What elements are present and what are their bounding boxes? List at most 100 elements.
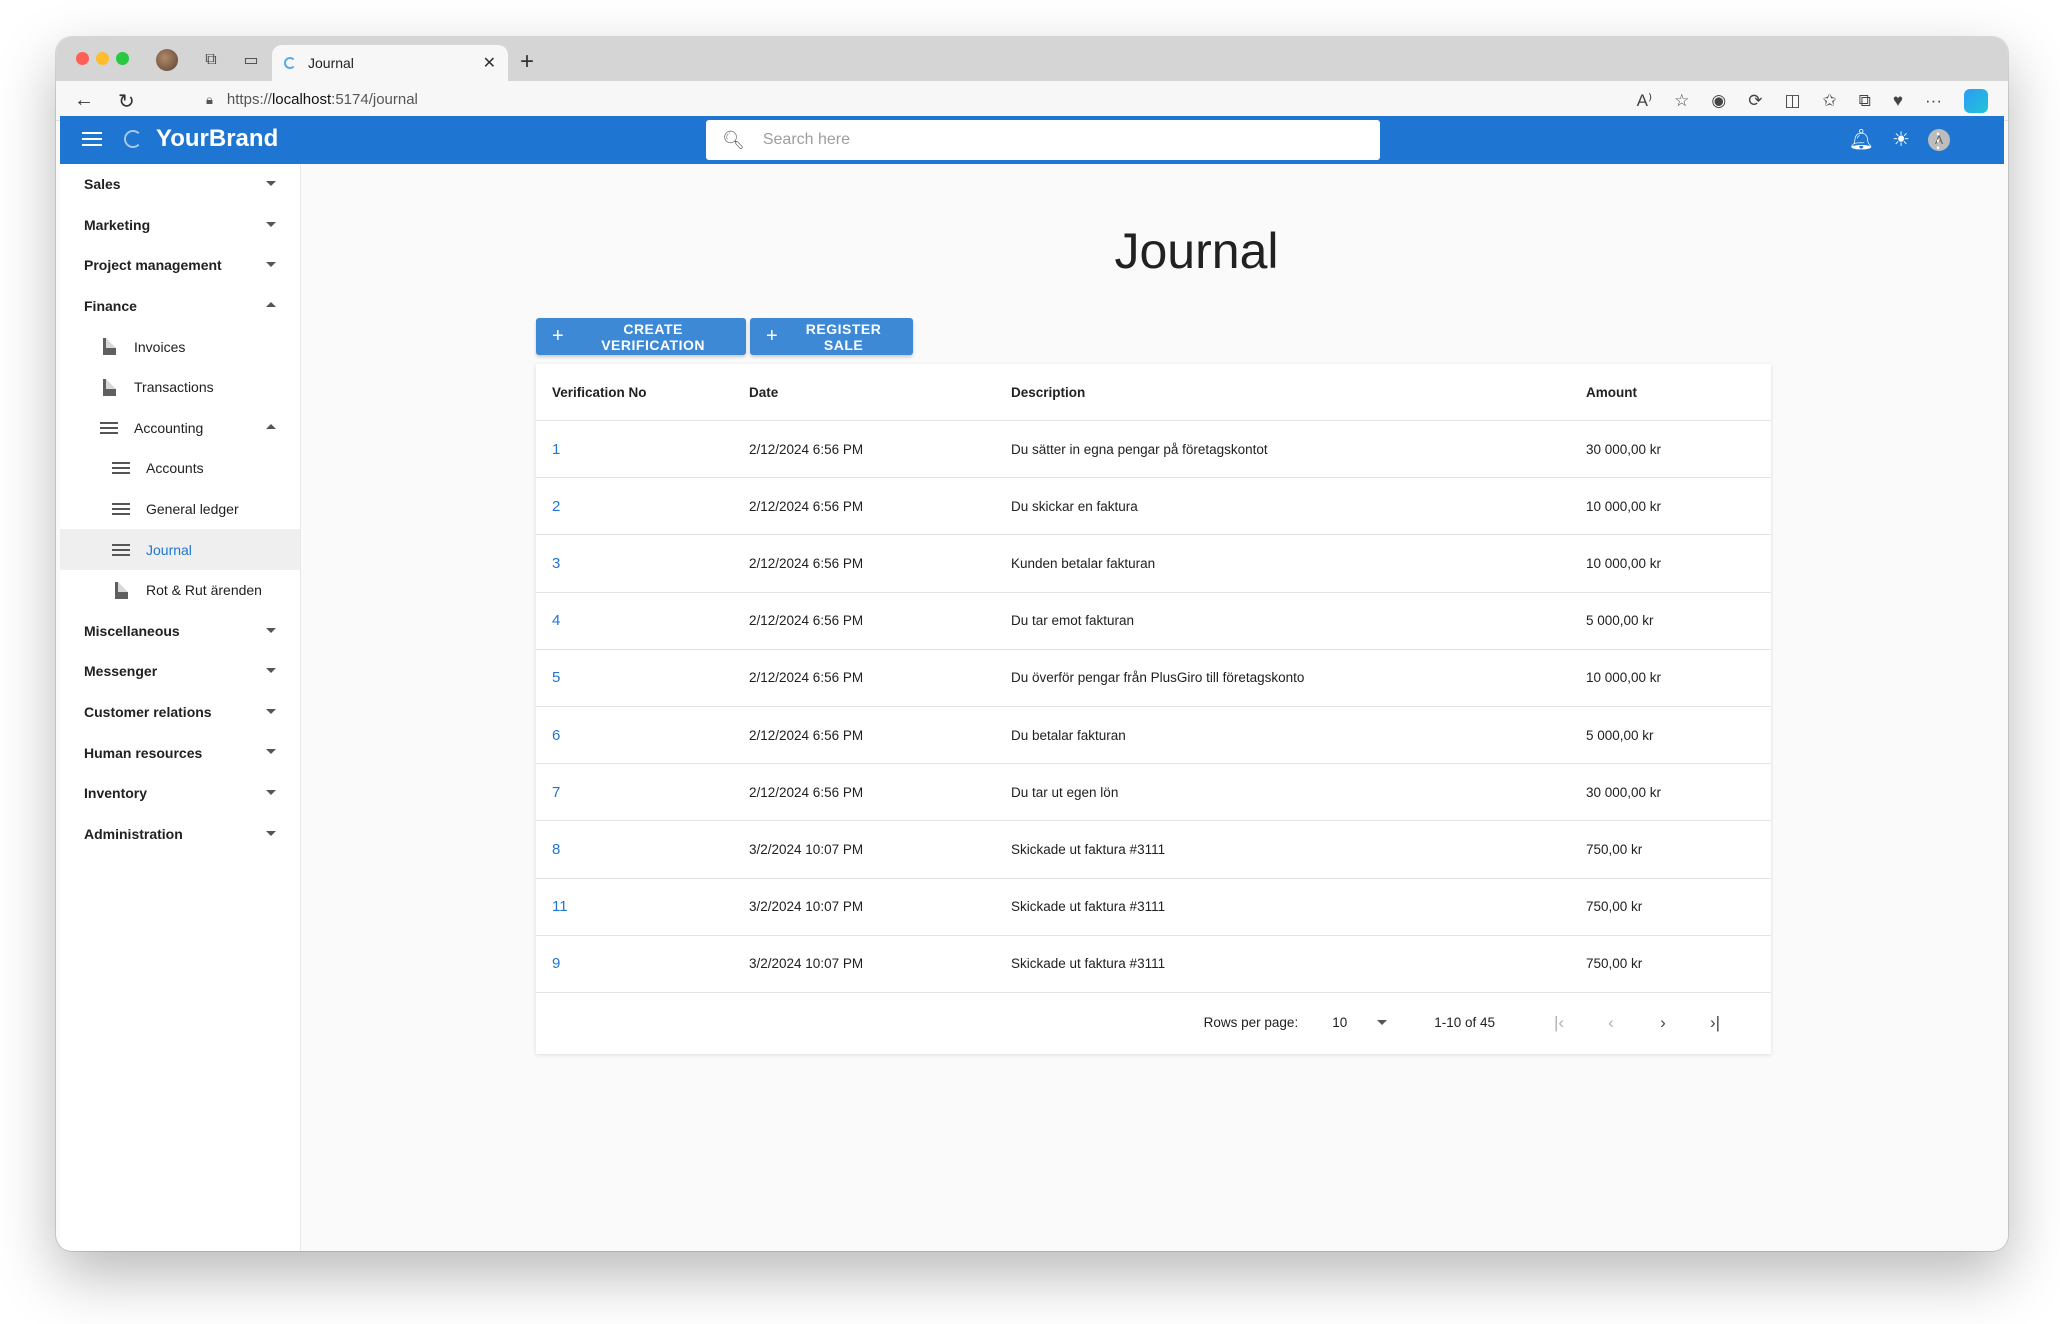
next-page-icon[interactable]: › — [1637, 1013, 1689, 1033]
table-row[interactable]: 11 3/2/2024 10:07 PM Skickade ut faktura… — [536, 879, 1771, 936]
favorite-star-icon[interactable]: ☆ — [1674, 91, 1689, 111]
brand-logo-icon — [124, 130, 142, 148]
window-maximize-button[interactable] — [116, 52, 129, 65]
sidebar-item-administration[interactable]: Administration — [60, 814, 300, 855]
plus-icon: + — [552, 325, 565, 347]
workspaces-icon[interactable]: ⧉ — [200, 49, 222, 71]
verification-link[interactable]: 1 — [536, 441, 749, 458]
read-aloud-icon[interactable]: A⁾ — [1637, 91, 1653, 111]
search-input[interactable] — [762, 131, 1364, 149]
create-verification-label: CREATE VERIFICATION — [601, 320, 705, 353]
list-icon — [112, 462, 130, 475]
verification-link[interactable]: 8 — [536, 841, 749, 858]
table-row[interactable]: 1 2/12/2024 6:56 PM Du sätter in egna pe… — [536, 421, 1771, 479]
sidebar-item-project-management[interactable]: Project management — [60, 245, 300, 286]
theme-toggle-sun-icon[interactable]: ☀ — [1892, 127, 1910, 152]
last-page-icon[interactable]: ›| — [1689, 1013, 1741, 1033]
profile-icon[interactable] — [156, 49, 178, 71]
sidebar-item-invoices[interactable]: Invoices — [60, 326, 300, 367]
table-row[interactable]: 7 2/12/2024 6:56 PM Du tar ut egen lön 3… — [536, 764, 1771, 822]
browser-window: ⧉ ▭ Journal ✕ + ← ↻ 🔒︎ https://localhost… — [56, 37, 2008, 1251]
back-icon[interactable]: ← — [74, 89, 94, 112]
sidebar-item-general-ledger[interactable]: General ledger — [60, 489, 300, 530]
column-header-amount[interactable]: Amount — [1586, 385, 1771, 400]
cell-amount: 10 000,00 kr — [1586, 555, 1662, 571]
table-row[interactable]: 9 3/2/2024 10:07 PM Skickade ut faktura … — [536, 936, 1771, 993]
cell-description: Du överför pengar från PlusGiro till för… — [1011, 670, 1305, 686]
health-icon[interactable]: ♥ — [1893, 91, 1903, 111]
document-icon — [112, 581, 130, 599]
sidebar-item-accounts[interactable]: Accounts — [60, 448, 300, 489]
cell-amount: 30 000,00 kr — [1586, 784, 1662, 800]
sidebar-item-human-resources[interactable]: Human resources — [60, 732, 300, 773]
table-row[interactable]: 6 2/12/2024 6:56 PM Du betalar fakturan … — [536, 707, 1771, 765]
table-row[interactable]: 8 3/2/2024 10:07 PM Skickade ut faktura … — [536, 821, 1771, 879]
verification-link[interactable]: 5 — [536, 669, 749, 686]
sidebar-item-rot-rut[interactable]: Rot & Rut ärenden — [60, 570, 300, 611]
table-row[interactable]: 3 2/12/2024 6:56 PM Kunden betalar faktu… — [536, 535, 1771, 593]
collections-icon[interactable]: ⧉ — [1859, 91, 1871, 111]
url-field[interactable]: 🔒︎ https://localhost:5174/journal — [206, 91, 418, 108]
first-page-icon[interactable]: |‹ — [1533, 1013, 1585, 1033]
copilot-icon[interactable] — [1964, 89, 1988, 113]
table-header: Verification No Date Description Amount — [536, 364, 1771, 421]
column-header-date[interactable]: Date — [749, 385, 1011, 400]
verification-link[interactable]: 3 — [536, 555, 749, 572]
browser-tab-journal[interactable]: Journal ✕ — [272, 45, 508, 81]
sidebar-item-inventory[interactable]: Inventory — [60, 773, 300, 814]
tab-actions-icon[interactable]: ▭ — [240, 49, 262, 71]
browser-toolbar: A⁾ ☆ ◉ ⟳ ◫ ✩ ⧉ ♥ ··· — [1637, 89, 1988, 113]
table-row[interactable]: 4 2/12/2024 6:56 PM Du tar emot fakturan… — [536, 593, 1771, 650]
more-icon[interactable]: ··· — [1925, 91, 1942, 111]
favorites-icon[interactable]: ✩ — [1823, 91, 1837, 111]
split-screen-icon[interactable]: ◫ — [1784, 91, 1800, 111]
verification-link[interactable]: 4 — [536, 612, 749, 629]
more-vert-icon[interactable]: ⋮ — [1928, 128, 1948, 153]
reload-icon[interactable]: ↻ — [118, 89, 135, 114]
new-tab-button[interactable]: + — [520, 48, 534, 76]
cell-description: Du sätter in egna pengar på företagskont… — [1011, 441, 1268, 457]
url-scheme: https:// — [226, 91, 272, 108]
cell-description: Skickade ut faktura #3111 — [1011, 899, 1166, 915]
cell-amount: 750,00 kr — [1586, 899, 1643, 915]
rows-per-page-label: Rows per page: — [1203, 1015, 1299, 1030]
sidebar-item-marketing[interactable]: Marketing — [60, 205, 300, 246]
hamburger-menu-icon[interactable] — [82, 128, 102, 150]
table-row[interactable]: 2 2/12/2024 6:56 PM Du skickar en faktur… — [536, 478, 1771, 536]
notifications-bell-icon[interactable]: 🔔︎ — [1849, 127, 1874, 152]
sidebar-item-messenger[interactable]: Messenger — [60, 651, 300, 692]
sidebar-item-customer-relations[interactable]: Customer relations — [60, 692, 300, 733]
sidebar-item-journal[interactable]: Journal — [60, 529, 300, 570]
verification-link[interactable]: 6 — [536, 727, 749, 744]
create-verification-button[interactable]: + CREATE VERIFICATION — [536, 318, 746, 355]
extension-icon[interactable]: ◉ — [1711, 91, 1726, 111]
sidebar-item-miscellaneous[interactable]: Miscellaneous — [60, 611, 300, 652]
verification-link[interactable]: 7 — [536, 784, 749, 801]
brand[interactable]: YourBrand — [124, 125, 278, 153]
previous-page-icon[interactable]: ‹ — [1585, 1013, 1637, 1033]
sidebar-item-label: Messenger — [84, 663, 158, 680]
verification-link[interactable]: 9 — [536, 955, 749, 972]
sidebar-item-label: Invoices — [134, 338, 186, 355]
table-row[interactable]: 5 2/12/2024 6:56 PM Du överför pengar fr… — [536, 650, 1771, 707]
column-header-verification-no[interactable]: Verification No — [536, 385, 749, 400]
close-tab-icon[interactable]: ✕ — [483, 53, 496, 73]
register-sale-button[interactable]: + REGISTER SALE — [750, 318, 913, 355]
sidebar-item-label: Journal — [146, 541, 192, 558]
sidebar-item-sales[interactable]: Sales — [60, 164, 300, 205]
rows-per-page-select[interactable]: 10 — [1332, 1015, 1392, 1030]
column-header-description[interactable]: Description — [1011, 385, 1586, 400]
sidebar-item-label: General ledger — [146, 501, 239, 518]
cell-amount: 10 000,00 kr — [1586, 498, 1662, 514]
verification-link[interactable]: 11 — [536, 898, 749, 915]
window-close-button[interactable] — [76, 52, 89, 65]
cell-date: 3/2/2024 10:07 PM — [749, 841, 864, 857]
window-minimize-button[interactable] — [96, 52, 109, 65]
sidebar-item-accounting[interactable]: Accounting — [60, 408, 300, 449]
sidebar-item-transactions[interactable]: Transactions — [60, 367, 300, 408]
url-path: :5174/journal — [331, 91, 418, 108]
verification-link[interactable]: 2 — [536, 498, 749, 515]
sidebar-item-finance[interactable]: Finance — [60, 286, 300, 327]
list-icon — [100, 421, 118, 434]
puzzle-icon[interactable]: ⟳ — [1748, 91, 1762, 111]
